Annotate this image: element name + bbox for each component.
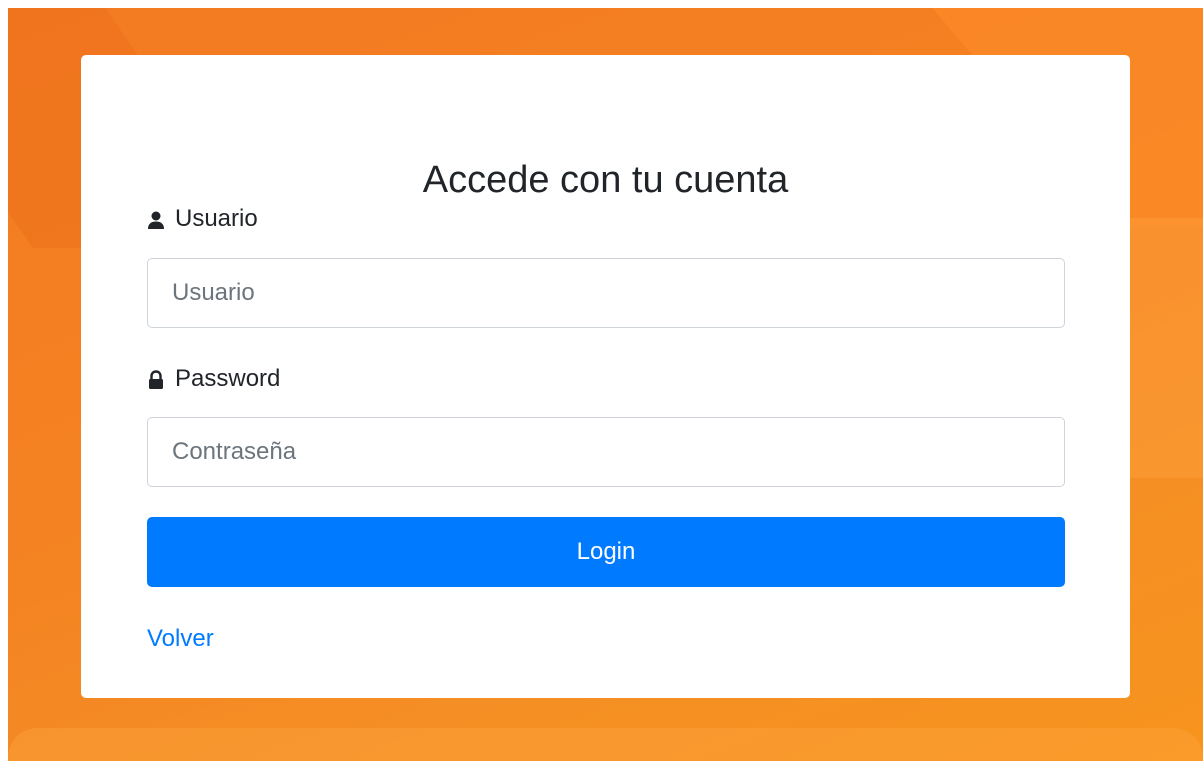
lock-icon [147,369,165,389]
password-label-text: Password [175,365,281,392]
password-input[interactable] [147,417,1065,487]
page-title: Accede con tu cuenta [422,159,789,201]
username-input[interactable] [147,258,1065,328]
username-label-text: Usuario [175,205,258,232]
login-button[interactable]: Login [147,517,1065,587]
user-icon [147,209,165,229]
password-label: Password [147,365,280,393]
username-label: Usuario [147,205,258,233]
background-shape [8,728,1203,761]
back-link[interactable]: Volver [147,625,214,653]
login-card: Accede con tu cuenta Usuario Password Lo… [81,55,1130,698]
